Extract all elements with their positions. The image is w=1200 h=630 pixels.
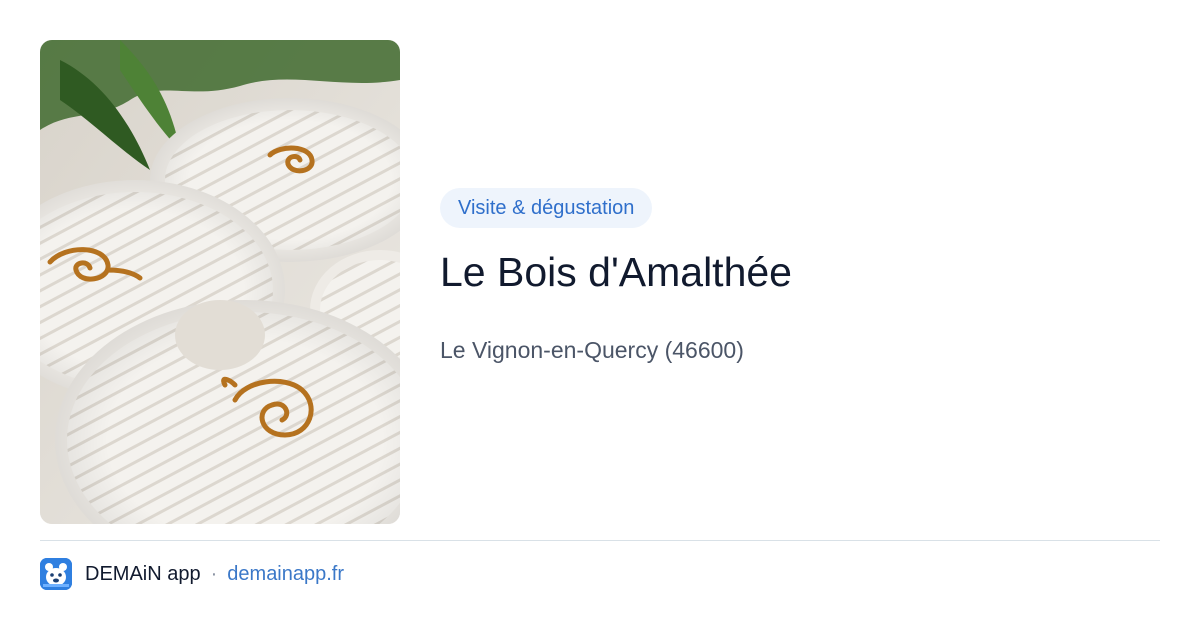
separator-dot: · [210,562,218,585]
cheese-photo-icon [40,40,400,524]
card-photo[interactable] [40,40,400,524]
page-title: Le Bois d'Amalthée [440,249,792,295]
divider [40,540,1160,541]
footer: DEMAiN app · demainapp.fr [40,558,344,590]
category-badge: Visite & dégustation [440,188,653,228]
app-name: DEMAiN app [85,562,201,585]
location-text: Le Vignon-en-Quercy (46600) [440,337,744,363]
site-link[interactable]: demainapp.fr [227,563,344,586]
demain-app-icon [40,558,72,590]
